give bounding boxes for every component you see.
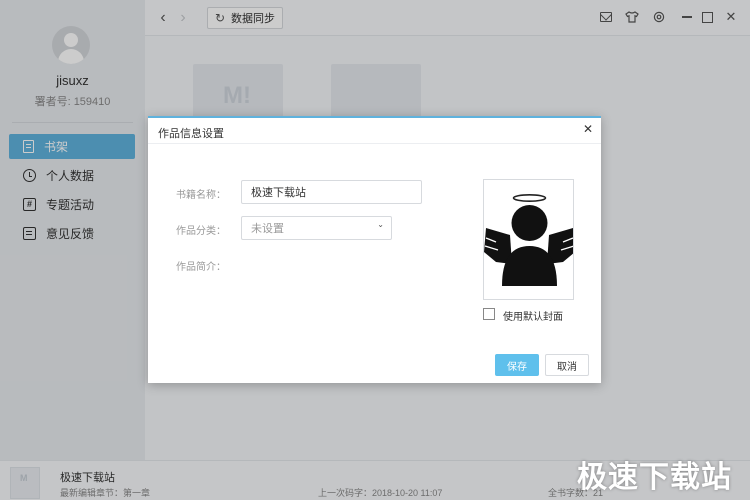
use-default-cover-label[interactable]: 使用默认封面 <box>503 308 563 323</box>
cover-preview[interactable] <box>483 179 574 300</box>
category-label: 作品分类： <box>176 226 226 237</box>
chevron-down-icon: ⌄ <box>377 220 384 229</box>
book-name-label: 书籍名称： <box>176 190 226 201</box>
site-watermark: 极速下载站 <box>577 461 732 494</box>
dialog-header-divider <box>148 143 601 144</box>
dialog-title: 作品信息设置 <box>158 128 224 140</box>
category-select[interactable]: 未设置 ⌄ <box>241 216 392 240</box>
book-name-input[interactable] <box>241 180 422 204</box>
category-value: 未设置 <box>251 223 284 235</box>
book-info-dialog: 作品信息设置 ✕ 书籍名称： 作品分类： 未设置 ⌄ 作品简介： 使用默认封面 … <box>148 116 601 383</box>
use-default-cover-checkbox[interactable] <box>483 308 495 320</box>
default-cover-angel-icon <box>484 194 573 286</box>
cancel-button[interactable]: 取消 <box>545 354 589 376</box>
intro-label: 作品简介： <box>176 262 226 273</box>
save-button[interactable]: 保存 <box>495 354 539 376</box>
close-icon[interactable]: ✕ <box>581 121 595 137</box>
